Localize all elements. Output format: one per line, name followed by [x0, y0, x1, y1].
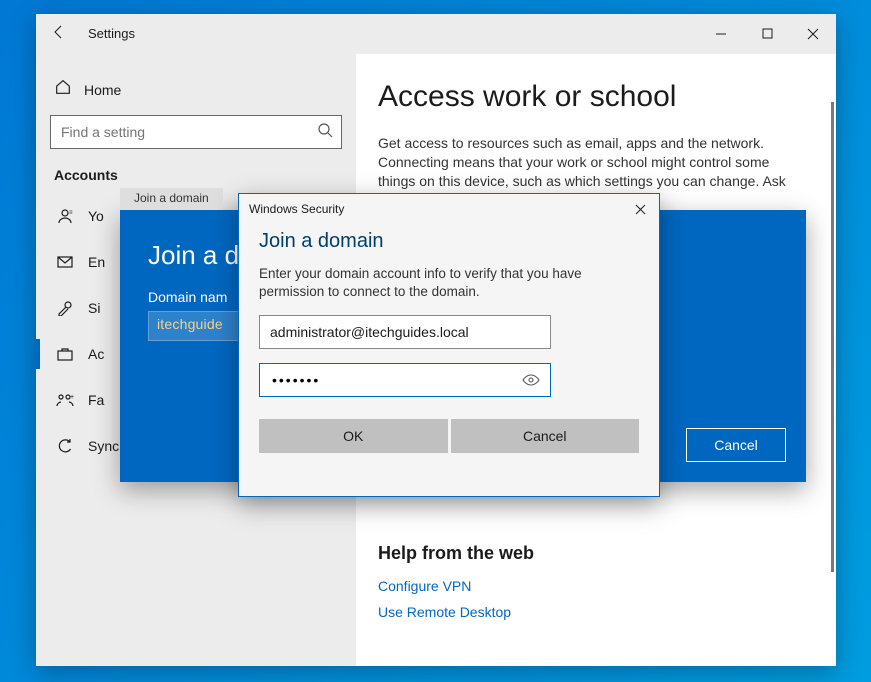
- search-field[interactable]: [59, 123, 317, 141]
- sidebar-item-label: Ac: [88, 346, 104, 362]
- key-icon: [56, 300, 74, 316]
- reveal-password-icon[interactable]: [522, 371, 540, 389]
- help-section-title: Help from the web: [378, 543, 806, 564]
- username-field[interactable]: administrator@itechguides.local: [259, 315, 551, 349]
- briefcase-icon: [56, 347, 74, 361]
- password-field[interactable]: [259, 363, 551, 397]
- sidebar-item-label: Fa: [88, 392, 104, 408]
- nav-home-label: Home: [84, 82, 121, 98]
- link-remote-desktop[interactable]: Use Remote Desktop: [378, 604, 806, 620]
- svg-text:+: +: [70, 394, 74, 401]
- mail-icon: [56, 256, 74, 268]
- dialog-close-button[interactable]: [627, 198, 653, 220]
- titlebar: Settings: [36, 14, 836, 54]
- ok-button[interactable]: OK: [259, 419, 448, 453]
- nav-home[interactable]: Home: [46, 72, 346, 115]
- dialog-prompt: Enter your domain account info to verify…: [259, 265, 639, 301]
- sidebar-item-label: Yo: [88, 208, 104, 224]
- dialog-title: Windows Security: [249, 202, 344, 216]
- password-value[interactable]: [270, 371, 522, 389]
- home-icon: [54, 78, 72, 101]
- windows-security-dialog: Windows Security Join a domain Enter you…: [238, 193, 660, 497]
- search-input[interactable]: [50, 115, 342, 149]
- user-icon: ≡: [56, 208, 74, 224]
- minimize-button[interactable]: [698, 14, 744, 54]
- wizard-tab[interactable]: Join a domain: [120, 188, 223, 210]
- page-title: Access work or school: [378, 80, 806, 114]
- cancel-button[interactable]: Cancel: [451, 419, 640, 453]
- search-icon: [317, 122, 333, 143]
- dialog-heading: Join a domain: [259, 230, 639, 253]
- back-button[interactable]: [36, 24, 82, 43]
- window-title: Settings: [82, 26, 135, 41]
- scrollbar[interactable]: [831, 102, 834, 572]
- sync-icon: [56, 438, 74, 454]
- family-icon: +: [56, 393, 74, 407]
- maximize-button[interactable]: [744, 14, 790, 54]
- svg-text:≡: ≡: [69, 210, 73, 216]
- page-description: Get access to resources such as email, a…: [378, 134, 806, 191]
- link-configure-vpn[interactable]: Configure VPN: [378, 578, 806, 594]
- username-value: administrator@itechguides.local: [270, 324, 469, 340]
- wizard-cancel-button[interactable]: Cancel: [686, 428, 786, 462]
- sidebar-item-label: Si: [88, 300, 100, 316]
- close-button[interactable]: [790, 14, 836, 54]
- sidebar-item-label: En: [88, 254, 105, 270]
